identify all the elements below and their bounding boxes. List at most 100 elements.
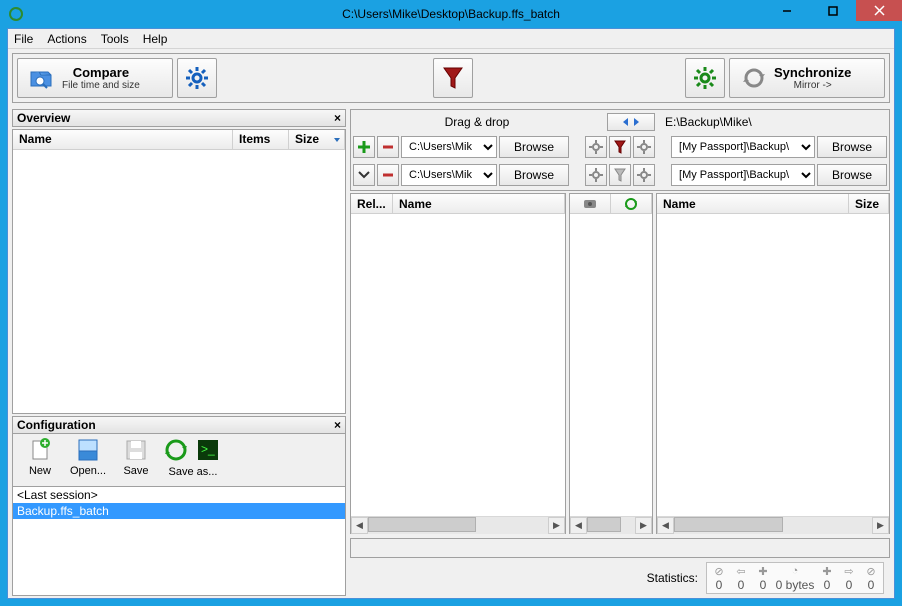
stat-v4: 0 bytes: [776, 578, 815, 592]
menu-bar: File Actions Tools Help: [8, 29, 894, 49]
remove-pair-button[interactable]: [377, 136, 399, 158]
compare-button[interactable]: Compare File time and size: [17, 58, 173, 98]
synchronize-button[interactable]: Synchronize Mirror ->: [729, 58, 885, 98]
pair-filter-button[interactable]: [609, 136, 631, 158]
col-name-left[interactable]: Name: [393, 194, 565, 213]
remove-pair2-button[interactable]: [377, 164, 399, 186]
pair2-filter-button[interactable]: [609, 164, 631, 186]
stat-v2: 0: [738, 578, 745, 592]
right-hscroll[interactable]: ◀ ▶: [657, 516, 889, 533]
stat-data-icon: ◔: [792, 564, 799, 578]
compare-left-grid: Rel... Name ◀ ▶: [350, 193, 566, 534]
dest-label: E:\Backup\Mike\: [661, 115, 887, 129]
config-list-last[interactable]: <Last session>: [13, 487, 345, 503]
close-button[interactable]: [856, 0, 902, 21]
scroll-right-icon[interactable]: ▶: [635, 517, 652, 534]
save-icon: [122, 436, 150, 464]
gear-icon: [692, 65, 718, 91]
maximize-button[interactable]: [810, 0, 856, 21]
config-save-label: Save: [123, 465, 148, 477]
col-category[interactable]: [570, 194, 611, 213]
right-path-1[interactable]: [My Passport]\Backup\: [671, 136, 815, 158]
terminal-icon: >_: [194, 436, 222, 464]
path-bar: Drag & drop E:\Backup\Mike\ C:\Users\Mik…: [350, 109, 890, 191]
browse-right-2[interactable]: Browse: [817, 164, 887, 186]
overview-title: Overview: [17, 111, 70, 125]
mid-hscroll[interactable]: ◀ ▶: [570, 516, 652, 533]
pair-sync-settings-button[interactable]: [633, 136, 655, 158]
overview-header: Overview ×: [12, 109, 346, 127]
compare-title: Compare: [73, 65, 129, 80]
config-saveas-sync-button[interactable]: [161, 436, 191, 484]
browse-left-2[interactable]: Browse: [499, 164, 569, 186]
config-save-button[interactable]: Save: [113, 436, 159, 484]
menu-actions[interactable]: Actions: [47, 32, 86, 46]
title-bar: C:\Users\Mike\Desktop\Backup.ffs_batch: [0, 0, 902, 28]
funnel-icon: [614, 140, 626, 154]
svg-text:>_: >_: [201, 442, 215, 456]
config-open-button[interactable]: Open...: [65, 436, 111, 484]
menu-file[interactable]: File: [14, 32, 33, 46]
pair2-sync-settings-button[interactable]: [633, 164, 655, 186]
browse-right-1[interactable]: Browse: [817, 136, 887, 158]
config-toolbar: New Open... Save >_: [12, 434, 346, 486]
config-saveas-batch-button[interactable]: >_: [193, 436, 223, 484]
chevron-down-icon: [358, 171, 370, 179]
col-rel[interactable]: Rel...: [351, 194, 393, 213]
config-list-item[interactable]: Backup.ffs_batch: [13, 503, 345, 519]
stat-create-right-icon: ✚: [822, 564, 831, 578]
browse-left-1[interactable]: Browse: [499, 136, 569, 158]
left-hscroll[interactable]: ◀ ▶: [351, 516, 565, 533]
add-pair-button[interactable]: [353, 136, 375, 158]
stat-v5: 0: [824, 578, 831, 592]
stat-delete-right-icon: ⊘: [866, 564, 875, 578]
plus-icon: [357, 140, 371, 154]
compare-settings-button[interactable]: [177, 58, 217, 98]
funnel-icon: [614, 168, 626, 182]
gear-icon: [184, 65, 210, 91]
stat-v7: 0: [868, 578, 875, 592]
scroll-right-icon[interactable]: ▶: [872, 517, 889, 534]
compare-subtitle: File time and size: [62, 80, 140, 91]
right-path-2[interactable]: [My Passport]\Backup\: [671, 164, 815, 186]
col-action[interactable]: [611, 194, 652, 213]
left-path-1[interactable]: C:\Users\Mik: [401, 136, 497, 158]
open-icon: [74, 436, 102, 464]
gear-icon: [589, 140, 603, 154]
scroll-left-icon[interactable]: ◀: [657, 517, 674, 534]
scroll-left-icon[interactable]: ◀: [570, 517, 587, 534]
left-path-2[interactable]: C:\Users\Mik: [401, 164, 497, 186]
minimize-button[interactable]: [764, 0, 810, 21]
col-size-right[interactable]: Size: [849, 194, 889, 213]
config-close-icon[interactable]: ×: [334, 418, 341, 432]
filter-button[interactable]: [433, 58, 473, 98]
swap-icon: [622, 116, 640, 128]
overview-col-size[interactable]: Size: [289, 130, 345, 149]
app-icon: [6, 4, 26, 24]
col-name-right[interactable]: Name: [657, 194, 849, 213]
menu-tools[interactable]: Tools: [101, 32, 129, 46]
scroll-right-icon[interactable]: ▶: [548, 517, 565, 534]
pair2-cmp-settings-button[interactable]: [585, 164, 607, 186]
menu-help[interactable]: Help: [143, 32, 168, 46]
stats-bar: Statistics: ⊘0 ⇦0 ✚0 ◔0 bytes ✚0 ⇨0 ⊘0: [350, 560, 890, 596]
scroll-left-icon[interactable]: ◀: [351, 517, 368, 534]
overview-grid: Name Items Size: [12, 129, 346, 414]
compare-icon: [28, 64, 56, 92]
config-new-button[interactable]: New: [17, 436, 63, 484]
collapse-pair-button[interactable]: [353, 164, 375, 186]
overview-col-name[interactable]: Name: [13, 130, 233, 149]
compare-right-grid: Name Size ◀ ▶: [656, 193, 890, 534]
dragdrop-label: Drag & drop: [353, 115, 601, 129]
overview-close-icon[interactable]: ×: [334, 111, 341, 125]
stat-update-right-icon: ⇨: [844, 564, 853, 578]
stat-create-left-icon: ✚: [758, 564, 767, 578]
sync-subtitle: Mirror ->: [794, 80, 832, 91]
swap-sides-button[interactable]: [607, 113, 655, 131]
overview-col-items[interactable]: Items: [233, 130, 289, 149]
minus-icon: [381, 140, 395, 154]
config-list[interactable]: <Last session> Backup.ffs_batch: [12, 486, 346, 596]
stat-v3: 0: [760, 578, 767, 592]
pair-cmp-settings-button[interactable]: [585, 136, 607, 158]
sync-settings-button[interactable]: [685, 58, 725, 98]
